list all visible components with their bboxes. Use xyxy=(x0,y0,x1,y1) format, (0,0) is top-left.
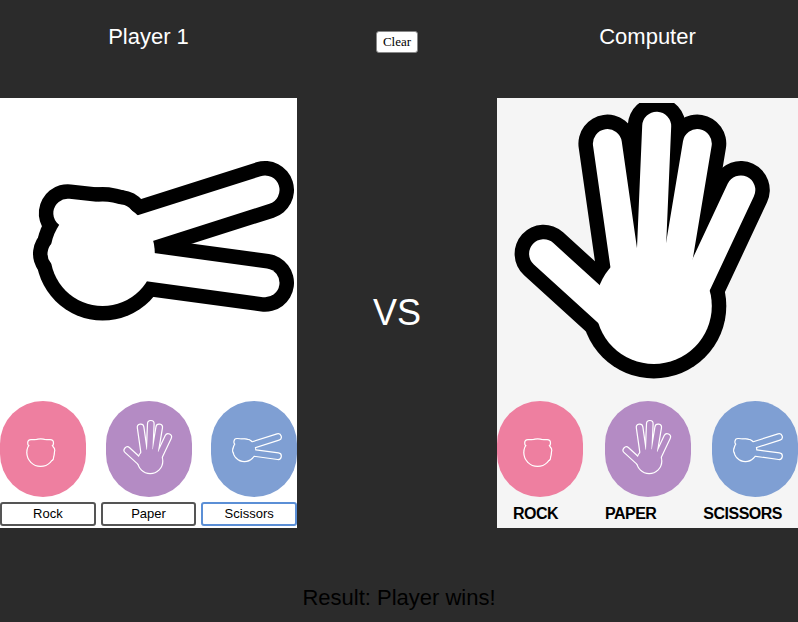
choice-label: SCISSORS xyxy=(703,502,782,526)
choice-button[interactable]: Rock xyxy=(0,502,96,526)
paper-hand-icon xyxy=(618,419,678,479)
computer-panel: ROCK PAPER SCISSORS xyxy=(497,98,798,528)
arena: RockPaperScissors VS ROCK PAPER SCISSORS xyxy=(0,98,798,528)
scissors-hand-icon xyxy=(725,419,785,479)
rock-hand-icon xyxy=(13,419,73,479)
vs-label: VS xyxy=(373,286,421,340)
result-text: Result: Player wins! xyxy=(302,581,495,614)
choice-circle xyxy=(106,401,192,497)
choice-circles xyxy=(0,398,297,500)
result-area: Result: Player wins! xyxy=(0,528,798,622)
choice-button[interactable]: Scissors xyxy=(201,502,297,526)
choice-label: PAPER xyxy=(605,502,656,526)
choice-circle xyxy=(712,401,798,497)
clear-button[interactable]: Clear xyxy=(376,31,418,53)
choice-circle xyxy=(605,401,691,497)
player-panel: RockPaperScissors xyxy=(0,98,297,528)
scissors-hand-icon xyxy=(4,103,294,393)
player-label: Player 1 xyxy=(108,22,189,52)
choice-circle xyxy=(0,401,86,497)
choice-label: ROCK xyxy=(513,502,558,526)
choice-circle xyxy=(497,401,583,497)
paper-hand-icon xyxy=(503,103,793,393)
header: Player 1 Clear Computer xyxy=(0,0,798,98)
rock-hand-icon xyxy=(510,419,570,479)
scissors-hand-icon xyxy=(224,419,284,479)
paper-hand-icon xyxy=(119,419,179,479)
choice-circle xyxy=(211,401,297,497)
vs-area: VS xyxy=(297,98,497,528)
computer-label: Computer xyxy=(599,22,696,52)
game-page: Player 1 Clear Computer RockPaperScissors VS… xyxy=(0,0,798,622)
choice-circles xyxy=(497,398,798,500)
choice-button[interactable]: Paper xyxy=(101,502,197,526)
